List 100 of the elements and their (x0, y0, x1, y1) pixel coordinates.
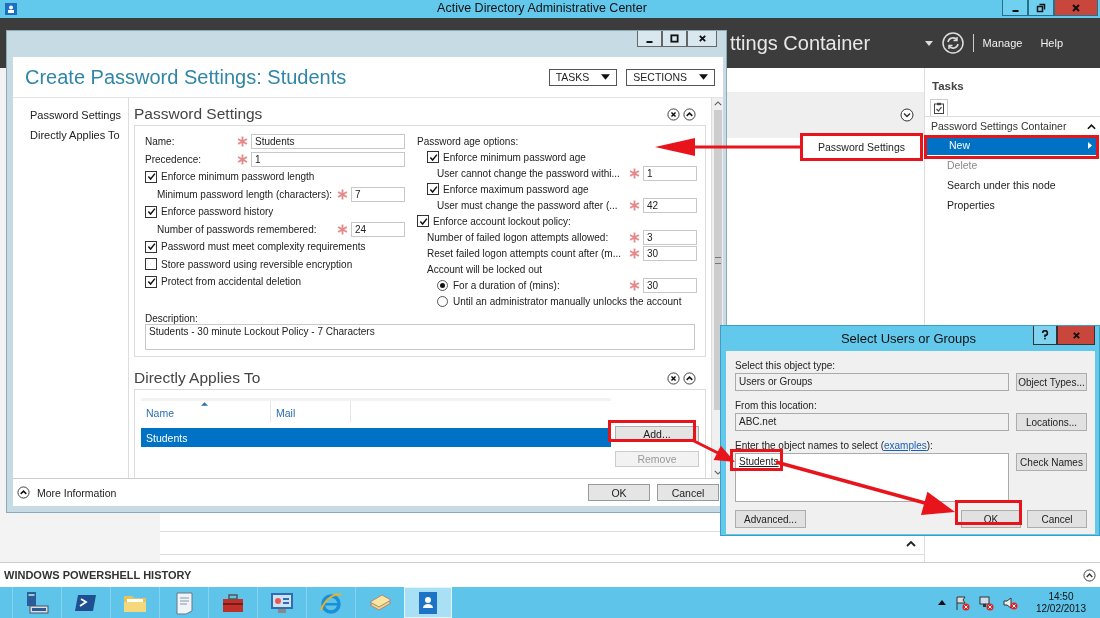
close-section-icon[interactable] (667, 107, 680, 121)
scroll-up-icon[interactable] (713, 101, 722, 106)
check-names-button[interactable]: Check Names (1016, 453, 1087, 471)
help-button[interactable] (1033, 326, 1057, 345)
refresh-icon[interactable] (941, 32, 964, 54)
minimize-button[interactable] (1002, 0, 1028, 16)
highlight-frame (955, 500, 1022, 525)
text-field[interactable]: 30 (643, 277, 697, 293)
object-names-field[interactable]: Students (735, 453, 1009, 502)
clock-time[interactable]: 14:50 (1048, 590, 1074, 603)
checkbox-label: Enforce maximum password age (443, 182, 589, 196)
field-label: User must change the password after (... (437, 198, 619, 212)
flag-warning-icon[interactable] (953, 594, 970, 611)
show-hidden-icons-icon[interactable] (937, 600, 946, 605)
more-information-link[interactable]: More Information (37, 486, 117, 499)
checkbox-label: Enforce account lockout policy: (433, 214, 571, 228)
field-label: Name: (145, 135, 176, 149)
dialog-button[interactable]: Cancel (657, 484, 719, 501)
checkbox[interactable] (145, 275, 157, 288)
column-header[interactable]: Name (141, 401, 271, 422)
object-types-button[interactable]: Object Types... (1016, 373, 1087, 391)
checkbox-label: Enforce password history (161, 205, 274, 219)
restore-icon (1036, 2, 1046, 13)
minimize-button[interactable] (637, 31, 662, 47)
text-field[interactable]: 30 (643, 245, 697, 261)
location-field[interactable]: ABC.net (735, 413, 1009, 431)
minimize-icon (646, 40, 653, 43)
text-field[interactable]: 24 (351, 221, 405, 237)
text-field[interactable]: 1 (643, 165, 697, 181)
locations-button[interactable]: Locations... (1016, 413, 1087, 431)
taskbar-button[interactable] (404, 587, 452, 618)
speaker-muted-icon[interactable] (1001, 594, 1018, 611)
text-field[interactable]: 1 (251, 151, 405, 167)
description-field[interactable]: Students - 30 minute Lockout Policy - 7 Characters (145, 324, 695, 350)
close-icon (1071, 330, 1081, 340)
panel-title: WINDOWS POWERSHELL HISTORY (4, 569, 192, 581)
maximize-button[interactable] (662, 31, 687, 47)
header-menu-link[interactable]: Manage (982, 37, 1023, 49)
task-item[interactable]: Search under this node (925, 175, 1100, 195)
expand-chevron-icon[interactable] (900, 108, 914, 122)
checkbox-label: Protect from accidental deletion (161, 275, 302, 289)
column-header[interactable]: Mail (271, 401, 351, 422)
field-label: Number of passwords remembered: (157, 222, 318, 236)
collapse-section-icon[interactable] (683, 371, 696, 385)
scrollbar-thumb[interactable] (713, 110, 722, 410)
close-section-icon[interactable] (667, 371, 680, 385)
dropdown-caret-icon (601, 74, 611, 80)
close-button[interactable] (687, 31, 717, 47)
minimize-icon (1011, 9, 1019, 12)
expand-caret-icon[interactable] (17, 486, 30, 499)
tasks-heading: Tasks (931, 79, 965, 92)
checkbox[interactable] (427, 183, 439, 195)
maximize-icon (670, 34, 679, 43)
group-label: Account will be locked out (427, 262, 543, 276)
header-menu-link[interactable]: Help (1040, 37, 1063, 49)
checkbox-label: Store password using reversible encryption (161, 257, 353, 271)
text-field[interactable]: 3 (643, 229, 697, 245)
collapse-caret-icon[interactable] (906, 539, 916, 547)
object-type-field[interactable]: Users or Groups (735, 373, 1009, 391)
dropdown-menu-button[interactable]: SECTIONS (626, 68, 715, 86)
clock-date[interactable]: 12/02/2013 (1035, 602, 1086, 615)
collapse-section-icon[interactable] (683, 107, 696, 121)
checkbox[interactable] (145, 205, 157, 218)
question-mark-icon (1041, 330, 1049, 340)
network-warning-icon[interactable] (977, 594, 994, 611)
dialog-button[interactable]: OK (588, 484, 650, 501)
checkbox[interactable] (145, 258, 157, 271)
scrollbar[interactable] (711, 98, 723, 478)
restore-button[interactable] (1028, 0, 1054, 16)
section-link[interactable]: Directly Applies To (13, 126, 128, 146)
task-tab[interactable] (930, 99, 948, 116)
group-label: Password age options: (417, 134, 519, 148)
field-label: Minimum password length (characters): (157, 187, 334, 201)
field-label: Enter the object names to select (examples): (735, 440, 934, 451)
checkbox[interactable] (145, 240, 157, 253)
app-icon (4, 2, 18, 16)
section-heading: Directly Applies To (134, 369, 261, 387)
task-item[interactable]: Properties (925, 195, 1100, 215)
text-field[interactable]: Students (251, 134, 405, 150)
advanced-button[interactable]: Advanced... (735, 510, 806, 528)
text-field[interactable]: 7 (351, 186, 405, 202)
checkbox[interactable] (145, 170, 157, 183)
window-title: Active Directory Administrative Center (436, 0, 648, 17)
table-row[interactable]: Students (141, 428, 611, 447)
collapse-caret-icon[interactable] (1087, 122, 1096, 130)
clipboard-icon (933, 102, 945, 114)
checkbox[interactable] (417, 215, 429, 227)
checkbox[interactable] (427, 151, 439, 163)
scroll-down-icon[interactable] (713, 470, 722, 475)
submenu-item[interactable]: Password Settings (800, 133, 923, 161)
dialog-title: Select Users or Groups (839, 330, 978, 348)
table-cell: Students (146, 431, 188, 444)
dialog-button[interactable]: Cancel (1027, 510, 1087, 528)
section-link[interactable]: Password Settings (13, 106, 128, 126)
dropdown-caret-icon[interactable] (924, 40, 933, 46)
expand-caret-icon[interactable] (1083, 568, 1096, 582)
text-field[interactable]: 42 (643, 197, 697, 213)
dropdown-menu-button[interactable]: TASKS (548, 68, 618, 86)
radio-label: Until an administrator manually unlocks the account (453, 294, 683, 308)
field-label: Select this object type: (735, 360, 837, 371)
